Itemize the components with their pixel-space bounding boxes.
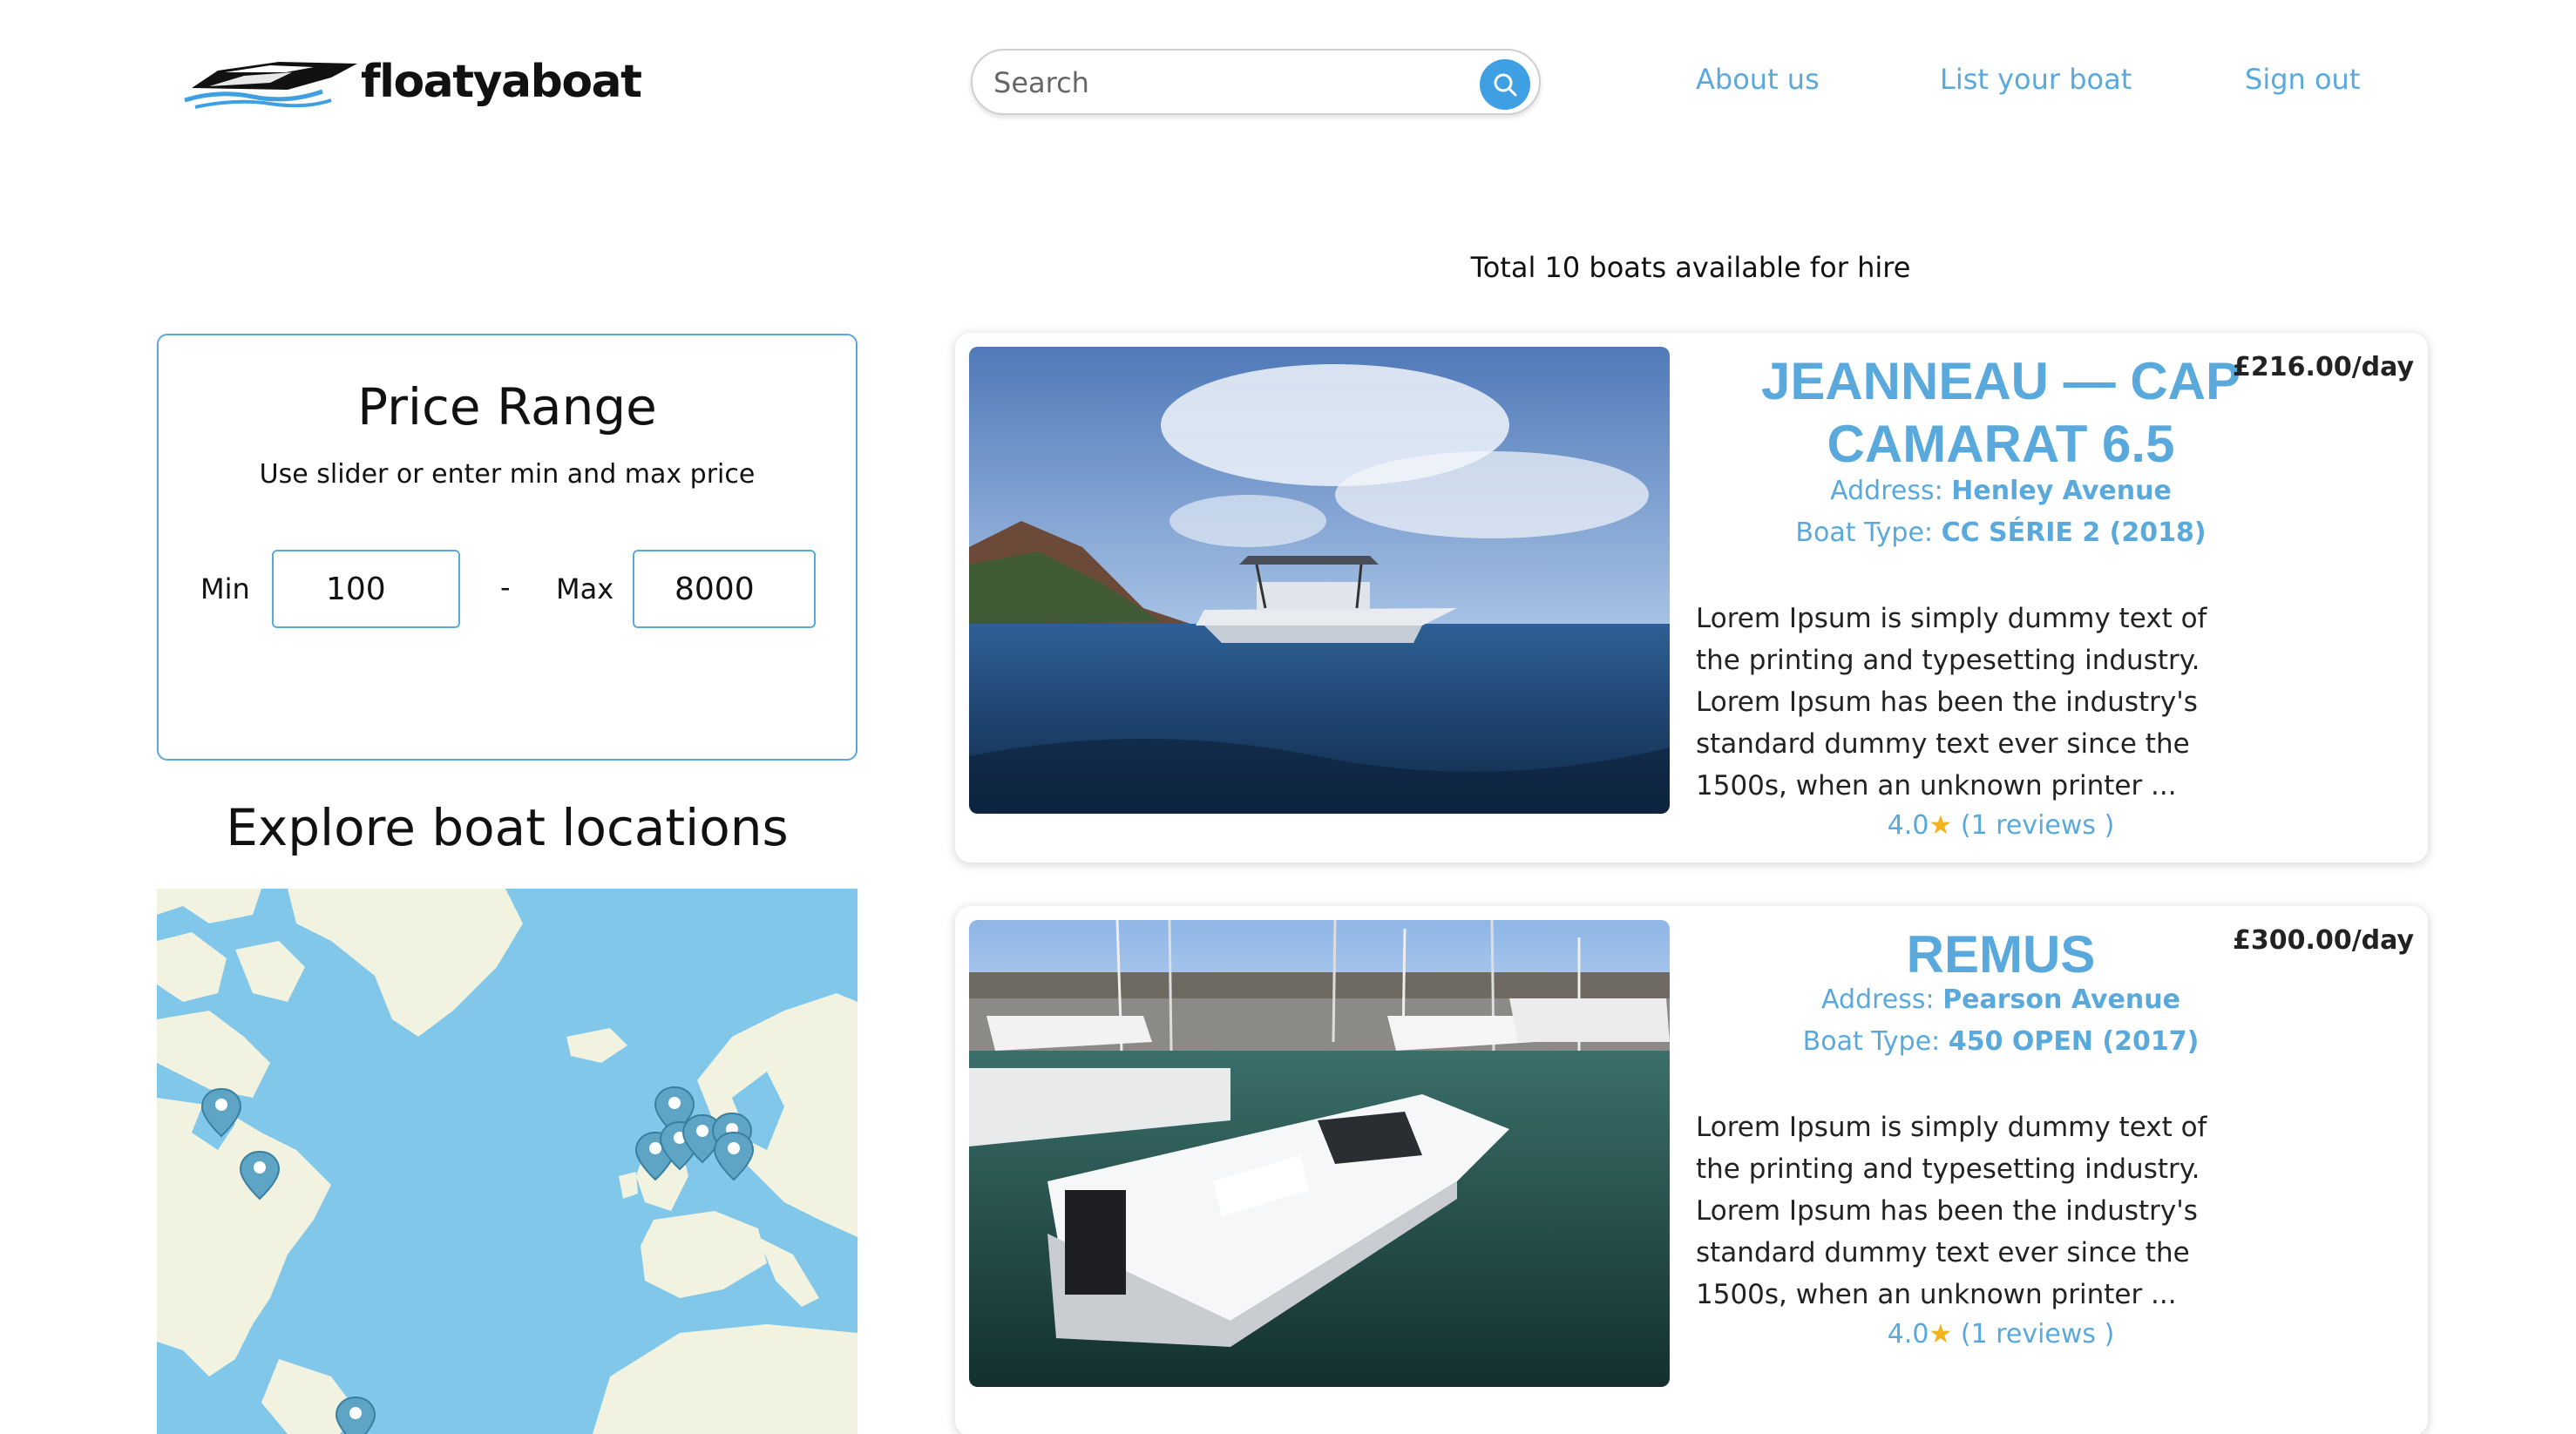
star-icon: ★ xyxy=(1929,1319,1953,1349)
boat-locations-map[interactable] xyxy=(157,889,858,1434)
boat-logo-icon xyxy=(184,62,357,109)
search-icon xyxy=(1494,73,1517,97)
boat-card[interactable]: REMUS £300.00/day Address: Pearson Avenu… xyxy=(955,906,2428,1434)
boat-price: £300.00/day xyxy=(2233,925,2414,956)
rating-value: 4.0 xyxy=(1887,810,1929,841)
price-range-panel: Price Range Use slider or enter min and … xyxy=(157,334,858,761)
boat-price: £216.00/day xyxy=(2233,352,2414,382)
address-label: Address: xyxy=(1830,476,1943,506)
boat-description: Lorem Ipsum is simply dummy text of the … xyxy=(1696,603,2207,802)
address-value: Pearson Avenue xyxy=(1942,984,2180,1015)
review-count[interactable]: (1 reviews ) xyxy=(1961,1319,2114,1349)
map-marker-icon[interactable] xyxy=(335,1396,376,1434)
results-count: Total 10 boats available for hire xyxy=(1470,251,1911,284)
map-section-title: Explore boat locations xyxy=(226,798,789,857)
boat-description: Lorem Ipsum is simply dummy text of the … xyxy=(1696,1112,2207,1310)
boat-type-value: CC SÉRIE 2 (2018) xyxy=(1941,517,2207,548)
min-price-label: Min xyxy=(200,572,250,605)
price-range-subtitle: Use slider or enter min and max price xyxy=(259,459,756,490)
max-price-label: Max xyxy=(556,572,614,605)
min-price-input[interactable] xyxy=(272,550,460,628)
boat-type: Boat Type: 450 OPEN (2017) xyxy=(1705,1026,2297,1057)
logo-text: floatyaboat xyxy=(361,56,642,108)
site-logo[interactable]: floatyaboat xyxy=(183,49,654,115)
price-separator: - xyxy=(500,571,511,604)
nav-list-your-boat-link[interactable]: List your boat xyxy=(1940,63,2132,96)
boat-type: Boat Type: CC SÉRIE 2 (2018) xyxy=(1705,517,2297,548)
search-bar xyxy=(971,49,1541,115)
boat-rating[interactable]: 4.0★ (1 reviews ) xyxy=(1705,810,2297,841)
boat-photo[interactable] xyxy=(969,920,1670,1387)
boat-type-label: Boat Type: xyxy=(1802,1026,1941,1057)
boat-type-label: Boat Type: xyxy=(1795,517,1934,548)
boat-photo[interactable] xyxy=(969,347,1670,814)
star-icon: ★ xyxy=(1929,810,1953,841)
boat-rating[interactable]: 4.0★ (1 reviews ) xyxy=(1705,1319,2297,1349)
boat-card[interactable]: JEANNEAU — CAP CAMARAT 6.5 £216.00/day A… xyxy=(955,333,2428,862)
boat-address: Address: Henley Avenue xyxy=(1705,476,2297,506)
boat-type-value: 450 OPEN (2017) xyxy=(1948,1026,2200,1057)
search-input[interactable] xyxy=(993,59,1464,106)
max-price-input[interactable] xyxy=(633,550,816,628)
nav-sign-out-link[interactable]: Sign out xyxy=(2245,63,2360,96)
map-canvas xyxy=(157,889,858,1434)
boat-address: Address: Pearson Avenue xyxy=(1705,984,2297,1015)
address-label: Address: xyxy=(1821,984,1935,1015)
price-range-title: Price Range xyxy=(357,377,657,436)
nav-about-link[interactable]: About us xyxy=(1696,63,1820,96)
search-button[interactable] xyxy=(1480,59,1530,110)
address-value: Henley Avenue xyxy=(1951,476,2172,506)
boat-title[interactable]: JEANNEAU — CAP CAMARAT 6.5 xyxy=(1705,350,2297,476)
review-count[interactable]: (1 reviews ) xyxy=(1961,810,2114,841)
rating-value: 4.0 xyxy=(1887,1319,1929,1349)
boat-title[interactable]: REMUS xyxy=(1705,923,2297,986)
